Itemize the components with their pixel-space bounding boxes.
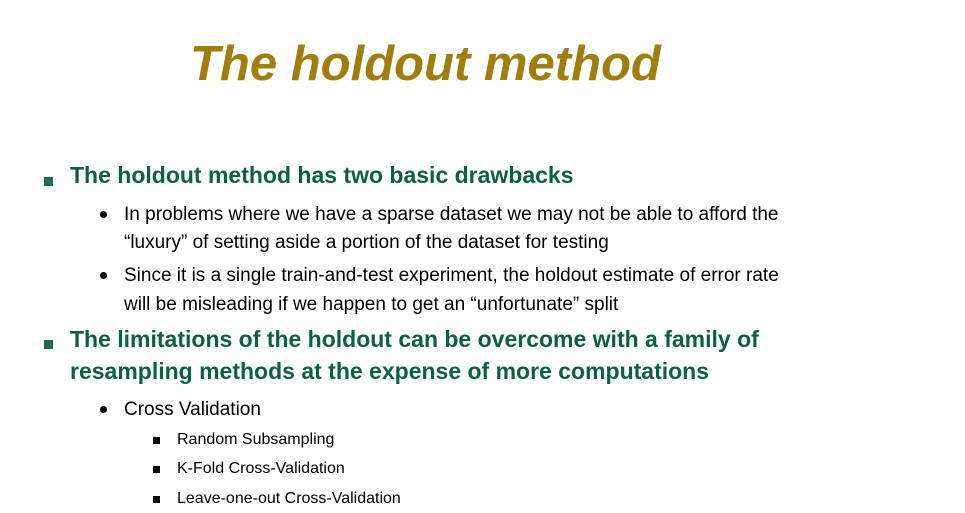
square-bullet-icon: [44, 340, 53, 349]
sub-point-line: will be misleading if we happen to get a…: [124, 294, 619, 315]
small-square-bullet-icon: [153, 437, 160, 444]
list-item: K-Fold Cross-Validation: [177, 460, 345, 477]
round-bullet-icon: [100, 211, 107, 218]
slide-title: The holdout method: [190, 37, 661, 91]
square-bullet-icon: [44, 177, 53, 186]
small-square-bullet-icon: [153, 466, 160, 473]
round-bullet-icon: [100, 406, 107, 413]
round-bullet-icon: [100, 272, 107, 279]
bullet-point: The holdout method has two basic drawbac…: [70, 162, 574, 188]
list-item: Random Subsampling: [177, 431, 335, 448]
small-square-bullet-icon: [153, 496, 160, 503]
bullet-point-line: resampling methods at the expense of mor…: [70, 358, 710, 384]
sub-point-line: Since it is a single train-and-test expe…: [124, 265, 779, 286]
sub-point-line: In problems where we have a sparse datas…: [124, 204, 779, 225]
slide: The holdout method The holdout method ha…: [0, 0, 965, 513]
list-item: Leave-one-out Cross-Validation: [177, 490, 401, 507]
bullet-point-line: The limitations of the holdout can be ov…: [70, 326, 759, 352]
sub-point-line: “luxury” of setting aside a portion of t…: [124, 232, 609, 253]
sub-point: Cross Validation: [124, 399, 261, 420]
